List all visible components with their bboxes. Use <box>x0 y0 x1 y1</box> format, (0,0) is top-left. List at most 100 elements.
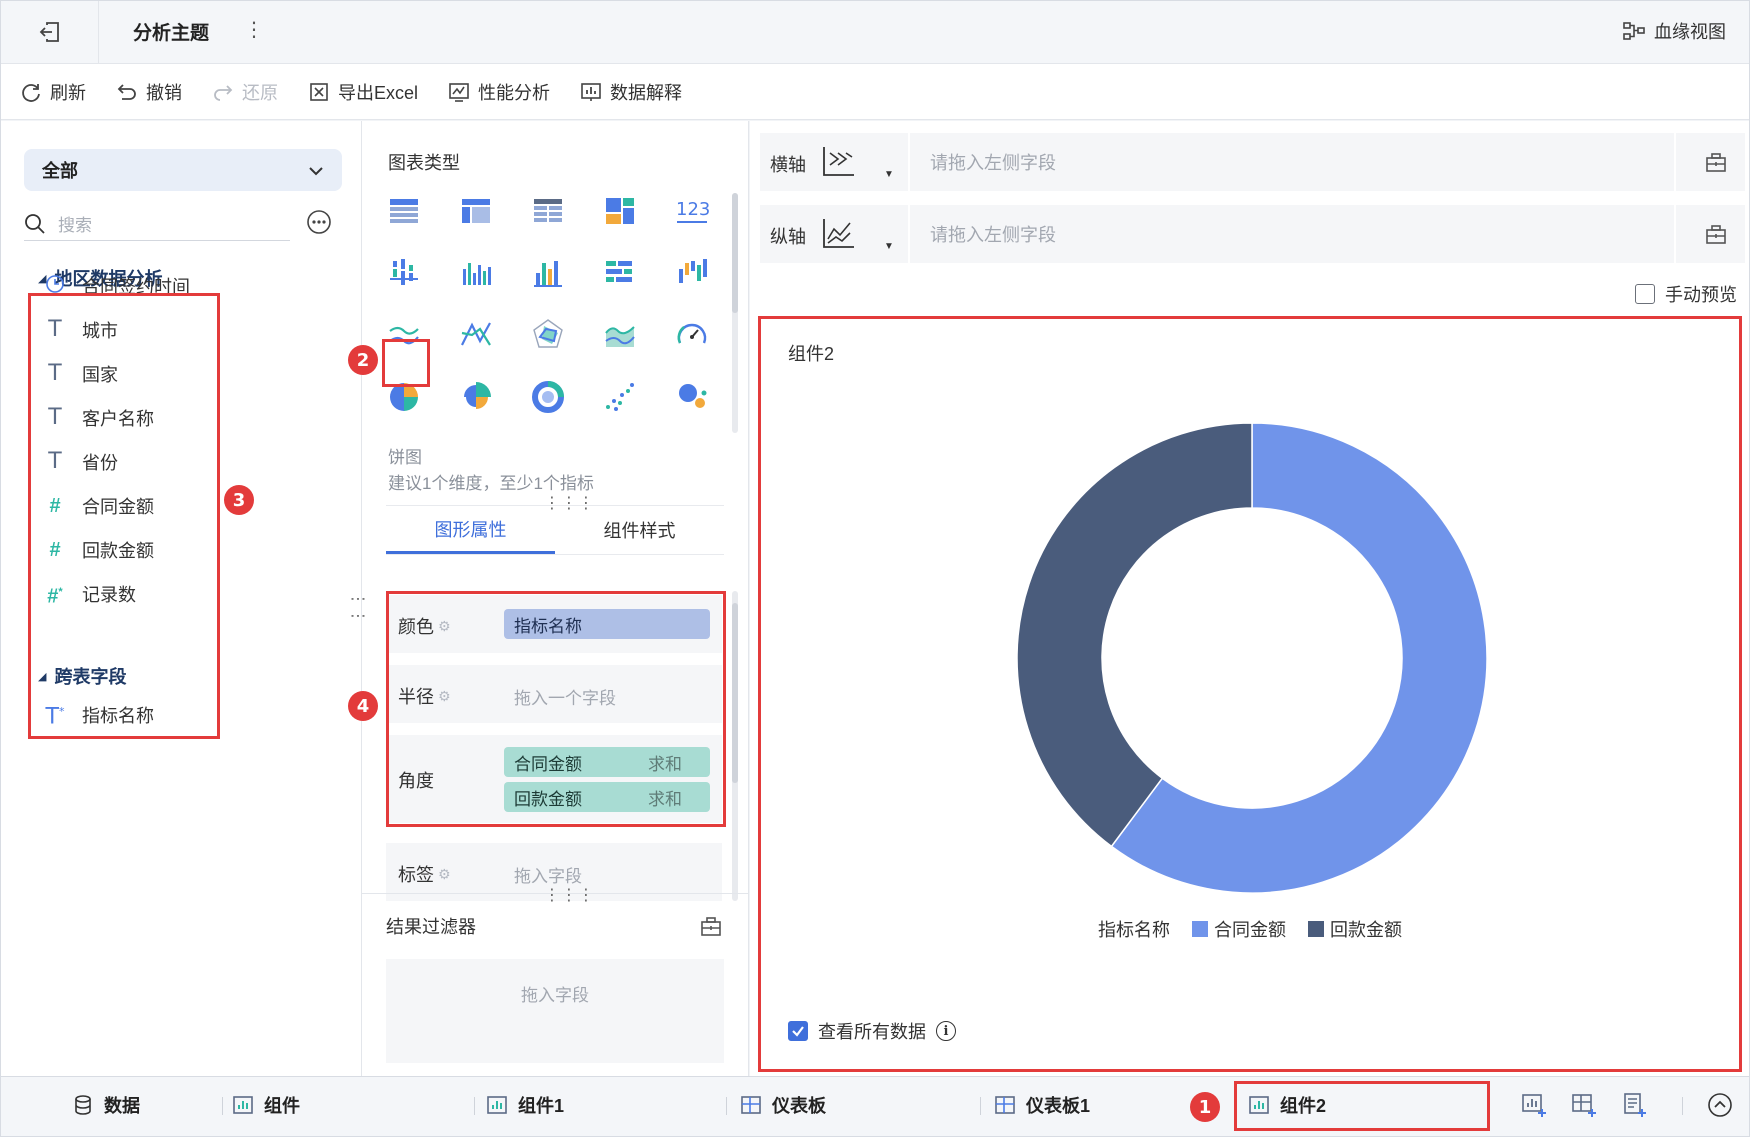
prop-label-label: 标签 ⚙ <box>398 861 451 887</box>
manual-preview-label: 手动预览 <box>1665 285 1737 305</box>
search-placeholder: 搜索 <box>58 216 92 235</box>
tab-component1[interactable]: 组件1 <box>486 1089 564 1121</box>
tab-separator <box>474 1097 475 1115</box>
annotation-box-4 <box>386 591 726 827</box>
manual-preview-checkbox[interactable] <box>1635 284 1655 304</box>
tab-dashboard[interactable]: 仪表板 <box>740 1089 826 1121</box>
y-axis-settings-icon[interactable] <box>1705 223 1727 245</box>
properties-scrollbar[interactable] <box>732 591 738 901</box>
search-input[interactable]: 搜索 <box>24 207 290 241</box>
ring-chart-icon[interactable] <box>528 377 568 417</box>
field-panel: 全部 搜索 ◢ 地区数据分析 合同签约时间 T 城市 T 国家 T 客户名称 T… <box>0 121 362 1076</box>
waterfall-icon[interactable] <box>672 253 712 293</box>
add-component-icon[interactable] <box>1520 1091 1548 1119</box>
explain-button[interactable]: 数据解释 <box>580 79 682 105</box>
selected-chart-name: 饼图 <box>388 448 422 467</box>
pivot-table-icon[interactable] <box>456 191 496 231</box>
config-panel: 图表类型 123 2 饼图 建议1个维度，至少1个指标 ⋮⋮⋮ 图形属性 组件样… <box>348 121 749 1076</box>
component-chart-icon <box>233 1096 253 1114</box>
annotation-badge-1: 1 <box>1190 1092 1220 1122</box>
chevron-down-icon <box>309 167 323 176</box>
combo-line-icon[interactable] <box>456 315 496 355</box>
scope-dropdown[interactable]: 全部 <box>24 149 342 191</box>
annotation-box-2 <box>382 339 430 387</box>
y-axis-type-icon[interactable] <box>820 217 856 251</box>
filter-drop-hint: 拖入字段 <box>521 986 589 1005</box>
x-axis-type-icon[interactable] <box>820 145 856 179</box>
x-axis-drop-zone[interactable]: 请拖入左侧字段 <box>908 133 1676 191</box>
manual-preview-toggle[interactable]: 手动预览 <box>1635 281 1737 307</box>
table-chart-icon[interactable] <box>384 191 424 231</box>
performance-label: 性能分析 <box>478 82 551 103</box>
tab-component-style[interactable]: 组件样式 <box>555 506 724 554</box>
selected-chart-hint: 建议1个维度，至少1个指标 <box>388 474 594 493</box>
bar-chart-icon[interactable] <box>600 253 640 293</box>
x-axis-label: 横轴 <box>770 155 806 175</box>
radar-chart-icon[interactable] <box>528 315 568 355</box>
kpi-number-icon[interactable]: 123 <box>672 191 712 231</box>
x-axis-caret-icon[interactable]: ▼ <box>884 169 894 180</box>
tab-separator <box>726 1097 727 1115</box>
gear-icon[interactable]: ⚙ <box>438 866 451 883</box>
undo-button[interactable]: 撤销 <box>116 79 182 105</box>
bubble-chart-icon[interactable] <box>672 377 712 417</box>
performance-button[interactable]: 性能分析 <box>448 79 550 105</box>
scope-value: 全部 <box>42 161 78 181</box>
add-report-icon[interactable] <box>1620 1091 1648 1119</box>
grouped-bar-icon[interactable] <box>384 253 424 293</box>
exit-icon[interactable] <box>36 18 64 46</box>
filter-drop-zone[interactable]: 拖入字段 <box>386 959 724 1063</box>
y-axis-caret-icon[interactable]: ▼ <box>884 241 894 252</box>
tab-component[interactable]: 组件 <box>232 1089 300 1121</box>
undo-icon <box>117 83 136 100</box>
area-chart-icon[interactable] <box>600 315 640 355</box>
column-chart-icon[interactable] <box>456 253 496 293</box>
annotation-badge-3: 3 <box>224 485 254 515</box>
y-axis-row: 纵轴 ▼ 请拖入左侧字段 <box>760 205 1745 263</box>
annotation-box-widget <box>758 316 1742 1072</box>
detail-table-icon[interactable] <box>528 191 568 231</box>
chart-types-title: 图表类型 <box>388 153 460 173</box>
tab-label: 仪表板 <box>772 1096 826 1116</box>
more-menu-icon[interactable]: ⋮ <box>244 18 264 42</box>
y-axis-placeholder: 请拖入左侧字段 <box>930 225 1056 245</box>
scrollbar-thumb[interactable] <box>732 603 738 783</box>
dashboard-icon <box>741 1096 761 1114</box>
lineage-view-button[interactable]: 血缘视图 <box>1622 18 1726 44</box>
performance-icon <box>449 82 469 102</box>
multi-column-icon[interactable] <box>528 253 568 293</box>
treemap-icon[interactable] <box>600 191 640 231</box>
export-excel-label: 导出Excel <box>338 82 419 103</box>
more-options-icon[interactable] <box>306 209 332 235</box>
gauge-chart-icon[interactable] <box>672 315 712 355</box>
y-axis-drop-zone[interactable]: 请拖入左侧字段 <box>908 205 1676 263</box>
bottom-tab-bar: 数据 组件 组件1 仪表板 仪表板1 1 组件2 <box>0 1076 1750 1137</box>
collapse-up-icon[interactable] <box>1706 1091 1734 1119</box>
x-axis-placeholder: 请拖入左侧字段 <box>930 153 1056 173</box>
label-drop-hint: 拖入字段 <box>514 867 582 886</box>
rose-chart-icon[interactable] <box>456 377 496 417</box>
header-bar: 分析主题 ⋮ 血缘视图 <box>0 0 1750 64</box>
tab-dashboard1[interactable]: 仪表板1 <box>994 1089 1090 1121</box>
annotation-box-1 <box>1234 1081 1490 1131</box>
tab-graphic-properties[interactable]: 图形属性 <box>386 506 555 554</box>
svg-text:123: 123 <box>676 199 710 220</box>
scrollbar-thumb[interactable] <box>732 193 738 313</box>
add-dashboard-icon[interactable] <box>1570 1091 1598 1119</box>
tab-data[interactable]: 数据 <box>72 1089 140 1121</box>
export-excel-button[interactable]: 导出Excel <box>308 79 418 105</box>
explain-icon <box>581 82 601 101</box>
page-title: 分析主题 <box>133 23 210 44</box>
x-axis-settings-icon[interactable] <box>1705 151 1727 173</box>
annotation-badge-2: 2 <box>348 345 378 375</box>
chart-types-scrollbar[interactable] <box>732 193 738 433</box>
redo-icon <box>214 84 233 101</box>
redo-label: 还原 <box>242 82 278 103</box>
filter-settings-icon[interactable] <box>700 915 722 937</box>
excel-icon <box>310 82 328 101</box>
component-chart-icon <box>487 1096 507 1114</box>
panel-resize-handle-icon[interactable]: ⋮⋮ <box>349 591 368 625</box>
refresh-button[interactable]: 刷新 <box>20 79 86 105</box>
redo-button[interactable]: 还原 <box>212 79 278 105</box>
scatter-chart-icon[interactable] <box>600 377 640 417</box>
